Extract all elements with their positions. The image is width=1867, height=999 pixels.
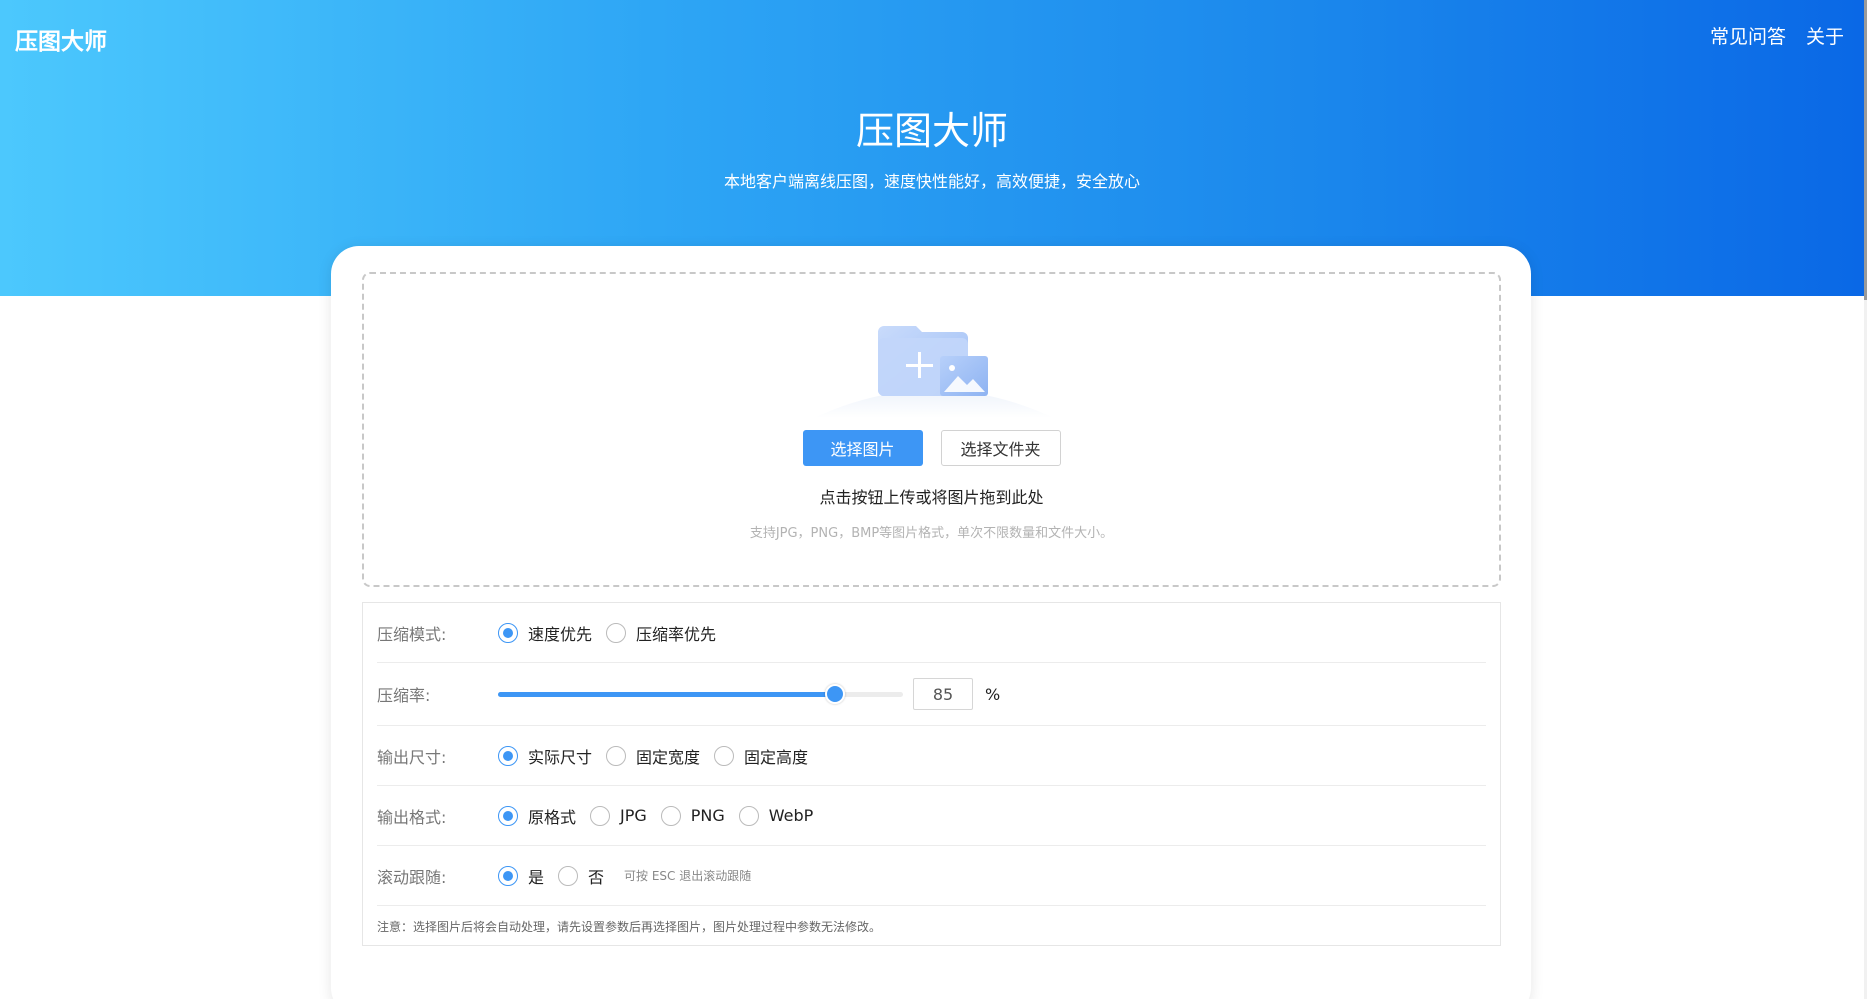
setting-row-mode: 压缩模式: 速度优先 压缩率优先 [377, 603, 1486, 663]
main-card: 选择图片 选择文件夹 点击按钮上传或将图片拖到此处 支持JPG，PNG，BMP等… [331, 246, 1531, 999]
brand-logo[interactable]: 压图大师 [15, 22, 107, 56]
radio-unchecked-icon [590, 805, 611, 826]
setting-row-rate: 压缩率: % [377, 663, 1486, 726]
setting-row-size: 输出尺寸: 实际尺寸 固定宽度 固定高度 [377, 726, 1486, 786]
radio-unchecked-icon [606, 745, 627, 766]
size-fixed-width-radio[interactable]: 固定宽度 [606, 744, 700, 768]
size-fixed-height-label: 固定高度 [744, 747, 809, 767]
settings-note: 注意：选择图片后将会自动处理，请先设置参数后再选择图片，图片处理过程中参数无法修… [377, 920, 882, 934]
follow-no-radio[interactable]: 否 [558, 864, 604, 888]
format-label: 输出格式: [377, 807, 447, 827]
nav-about-link[interactable]: 关于 [1806, 22, 1844, 49]
follow-yes-radio[interactable]: 是 [498, 864, 544, 888]
radio-unchecked-icon [558, 865, 579, 886]
top-nav: 常见问答 关于 [1710, 22, 1844, 49]
select-folder-button[interactable]: 选择文件夹 [940, 430, 1061, 466]
radio-unchecked-icon [660, 805, 681, 826]
format-jpg-radio[interactable]: JPG [590, 805, 647, 826]
format-png-label: PNG [690, 806, 725, 825]
mode-speed-label: 速度优先 [528, 624, 593, 644]
format-webp-radio[interactable]: WebP [738, 805, 814, 826]
radio-unchecked-icon [606, 622, 627, 643]
size-label: 输出尺寸: [377, 747, 447, 767]
compression-rate-input[interactable] [913, 678, 973, 710]
follow-tip: 可按 ESC 退出滚动跟随 [624, 869, 752, 883]
setting-row-format: 输出格式: 原格式 JPG PNG WebP [377, 786, 1486, 846]
size-actual-radio[interactable]: 实际尺寸 [498, 744, 592, 768]
format-original-radio[interactable]: 原格式 [498, 804, 576, 828]
upload-support-text: 支持JPG，PNG，BMP等图片格式，单次不限数量和文件大小。 [749, 526, 1114, 541]
size-fixed-height-radio[interactable]: 固定高度 [714, 744, 808, 768]
radio-unchecked-icon [714, 745, 735, 766]
radio-checked-icon [498, 622, 518, 643]
compression-rate-slider[interactable] [498, 684, 903, 704]
radio-checked-icon [498, 805, 518, 826]
page-subtitle: 本地客户端离线压图，速度快性能好，高效便捷，安全放心 [723, 172, 1140, 191]
format-radio-group: 原格式 JPG PNG WebP [498, 804, 827, 828]
setting-row-follow: 滚动跟随: 是 否 可按 ESC 退出滚动跟随 [377, 846, 1486, 906]
mode-radio-group: 速度优先 压缩率优先 [498, 621, 730, 645]
settings-panel: 压缩模式: 速度优先 压缩率优先 压缩率: % [362, 602, 1501, 946]
format-jpg-label: JPG [620, 806, 647, 825]
follow-radio-group: 是 否 可按 ESC 退出滚动跟随 [498, 864, 751, 888]
upload-hint: 点击按钮上传或将图片拖到此处 [819, 488, 1044, 507]
upload-buttons: 选择图片 选择文件夹 [364, 430, 1499, 466]
format-png-radio[interactable]: PNG [660, 805, 725, 826]
size-fixed-width-label: 固定宽度 [636, 747, 701, 767]
mode-ratio-radio[interactable]: 压缩率优先 [606, 621, 716, 645]
rate-unit: % [985, 684, 1001, 704]
format-webp-label: WebP [768, 806, 814, 825]
select-image-button[interactable]: 选择图片 [802, 430, 923, 466]
page-title: 压图大师 [855, 109, 1008, 153]
radio-unchecked-icon [738, 805, 759, 826]
radio-checked-icon [498, 745, 518, 766]
follow-no-label: 否 [588, 867, 605, 887]
mode-label: 压缩模式: [377, 624, 447, 644]
slider-handle[interactable] [825, 684, 846, 704]
follow-yes-label: 是 [528, 867, 545, 887]
follow-label: 滚动跟随: [377, 867, 447, 887]
mode-speed-radio[interactable]: 速度优先 [498, 621, 592, 645]
rate-label: 压缩率: [377, 686, 431, 705]
size-actual-label: 实际尺寸 [528, 747, 593, 767]
folder-add-image-icon [814, 326, 1054, 418]
mode-ratio-label: 压缩率优先 [636, 624, 717, 644]
size-radio-group: 实际尺寸 固定宽度 固定高度 [498, 744, 822, 768]
nav-faq-link[interactable]: 常见问答 [1710, 22, 1786, 49]
upload-dropzone[interactable]: 选择图片 选择文件夹 点击按钮上传或将图片拖到此处 支持JPG，PNG，BMP等… [362, 272, 1501, 587]
format-original-label: 原格式 [528, 807, 577, 827]
slider-fill [498, 692, 836, 697]
radio-checked-icon [498, 865, 518, 886]
